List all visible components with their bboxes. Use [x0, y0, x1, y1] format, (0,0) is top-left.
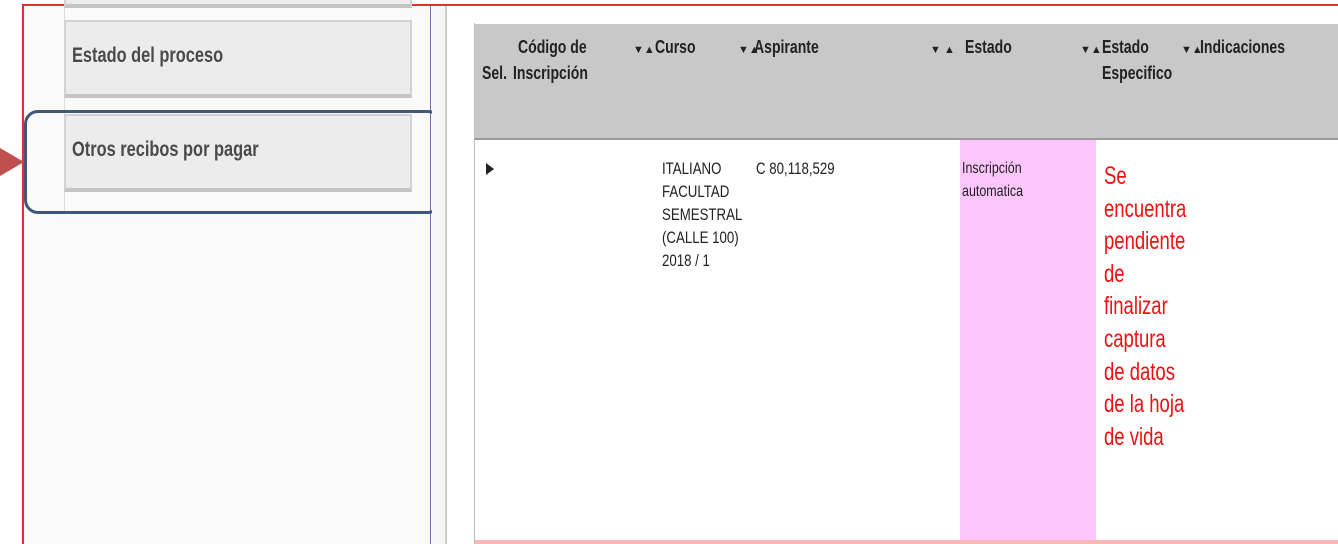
- estado-line-1: Inscripción: [962, 160, 1022, 177]
- indicaciones-line: de datos: [1104, 357, 1175, 386]
- aspirante-id: C 80,118,529: [756, 159, 835, 178]
- callout-arrow-icon: [0, 148, 24, 176]
- next-row-edge: [475, 540, 1338, 544]
- sort-codigo-icon[interactable]: ▼▲: [633, 44, 655, 56]
- header-indicaciones[interactable]: Indicaciones: [1200, 34, 1285, 60]
- indicaciones-line: pendiente: [1104, 227, 1186, 256]
- curso-line-3: SEMESTRAL: [662, 205, 743, 224]
- panel-gap: [432, 6, 446, 544]
- header-estado-especifico-line1[interactable]: Estado: [1102, 34, 1149, 60]
- indicaciones-line: de: [1104, 259, 1125, 288]
- header-codigo-line1[interactable]: Código de: [518, 34, 587, 60]
- curso-line-1: ITALIANO: [662, 159, 722, 178]
- indicaciones-line: captura: [1104, 324, 1166, 353]
- header-estado-especifico-line2[interactable]: Especifico: [1102, 60, 1172, 86]
- indicaciones-line: finalizar: [1104, 292, 1168, 321]
- sidebar-item-previous[interactable]: [64, 0, 412, 8]
- header-estado[interactable]: Estado: [965, 34, 1012, 60]
- row-selector-icon[interactable]: [486, 163, 494, 175]
- sort-estado-icon[interactable]: ▼▲: [1080, 44, 1102, 56]
- curso-line-4: (CALLE 100): [662, 228, 739, 247]
- indicaciones-line: encuentra: [1104, 194, 1187, 223]
- header-aspirante[interactable]: Aspirante: [754, 34, 819, 60]
- sidebar-item-estado-proceso[interactable]: Estado del proceso: [64, 20, 412, 98]
- table-header: Código de Sel. Inscripción ▼▲ Curso ▼▲ A…: [475, 24, 1338, 140]
- curso-line-5: 2018 / 1: [662, 251, 710, 270]
- header-codigo-line2[interactable]: Inscripción: [513, 60, 588, 86]
- sort-aspirante-icon[interactable]: ▼ ▲: [930, 44, 955, 56]
- header-sel: Sel.: [482, 63, 507, 83]
- estado-line-2: automatica: [962, 183, 1024, 200]
- callout-highlight-box: [24, 110, 442, 214]
- curso-line-2: FACULTAD: [662, 182, 730, 201]
- indicaciones-text: Se encuentra pendiente de finalizar capt…: [1104, 160, 1186, 453]
- indicaciones-line: de vida: [1104, 422, 1164, 451]
- indicaciones-line: Se: [1104, 162, 1127, 190]
- header-curso[interactable]: Curso: [655, 34, 696, 60]
- sidebar-item-label: Estado del proceso: [72, 44, 224, 67]
- indicaciones-line: de la hoja: [1104, 390, 1185, 419]
